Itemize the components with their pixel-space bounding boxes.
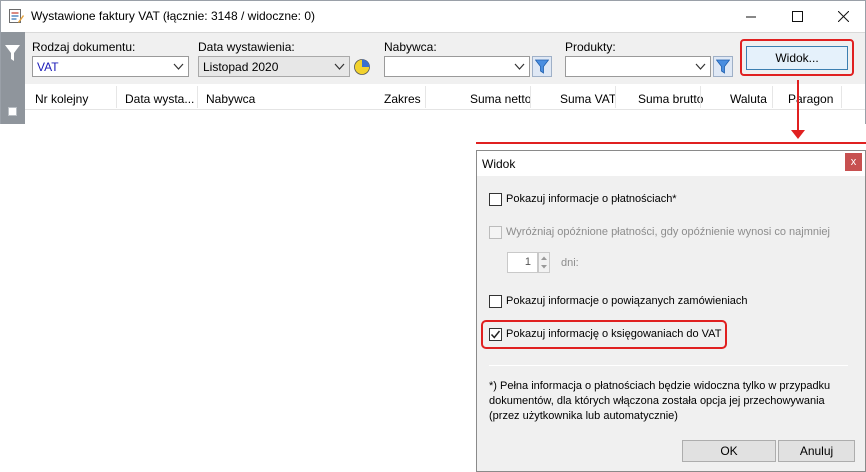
column-header[interactable]: Zakres [384,92,421,106]
doc-type-value: VAT [37,60,59,74]
column-divider[interactable] [841,86,842,108]
doc-type-select[interactable]: VAT [32,56,189,77]
cancel-button[interactable]: Anuluj [778,440,855,462]
date-range-button[interactable] [352,56,372,77]
products-label: Produkty: [565,40,616,54]
column-header[interactable]: Nabywca [206,92,255,106]
vat-option-highlight [481,320,727,349]
close-icon: x [850,156,857,168]
products-select[interactable] [565,56,711,77]
overdue-days-input[interactable]: 1 [507,252,538,273]
minimize-icon [745,16,756,17]
column-divider[interactable] [700,86,701,108]
column-header[interactable]: Suma VAT [560,92,616,106]
overdue-days-value: 1 [524,256,531,268]
issue-date-label: Data wystawienia: [198,40,295,54]
close-icon [837,10,849,22]
column-header[interactable]: Suma brutto [638,92,703,106]
issue-date-select[interactable]: Listopad 2020 [198,56,350,77]
chevron-down-icon [334,63,345,70]
buyer-filter-button[interactable] [532,56,552,77]
maximize-button[interactable] [774,0,820,32]
highlight-overdue-label: Wyróżniaj opóźnione płatności, gdy opóźn… [506,226,830,238]
table-header: Nr kolejny Data wysta... Nabywca Zakres … [25,84,865,110]
annotation-arrowhead [791,130,805,139]
issue-date-value: Listopad 2020 [203,60,279,74]
products-filter-button[interactable] [713,56,733,77]
column-header[interactable]: Paragon [788,92,833,106]
dialog-title: Widok [482,157,516,171]
ok-button[interactable]: OK [682,440,776,462]
dialog-close-button[interactable]: x [845,153,862,171]
dialog-title-bar [477,151,865,176]
show-orders-label: Pokazuj informacje o powiązanych zamówie… [506,295,748,307]
view-button-highlight [740,39,854,76]
close-button[interactable] [820,0,866,32]
column-divider[interactable] [116,86,117,108]
payments-footnote: *) Pełna informacja o płatnościach będzi… [489,380,831,422]
column-header[interactable]: Data wysta... [125,92,194,106]
doc-type-label: Rodzaj dokumentu: [32,40,136,54]
column-divider[interactable] [425,86,426,108]
select-all-checkbox[interactable] [8,107,17,116]
column-header[interactable]: Nr kolejny [35,92,88,106]
window-title: Wystawione faktury VAT (łącznie: 3148 / … [31,9,316,23]
days-unit-label: dni: [561,257,579,269]
show-payments-label: Pokazuj informacje o płatnościach* [506,193,677,205]
column-divider[interactable] [530,86,531,108]
column-divider[interactable] [615,86,616,108]
buyer-select[interactable] [384,56,530,77]
funnel-icon[interactable] [5,44,20,62]
maximize-icon [791,10,803,22]
show-orders-checkbox[interactable] [489,295,502,308]
dialog-divider [489,365,848,366]
overdue-days-stepper[interactable] [538,252,550,273]
pie-chart-icon [354,58,370,75]
minimize-button[interactable] [728,0,774,32]
invoice-grid[interactable] [25,110,865,124]
annotation-arrow-line [797,80,799,132]
chevron-down-icon [173,63,184,70]
funnel-icon [535,59,549,74]
highlight-overdue-checkbox[interactable] [489,226,502,239]
invoice-app-icon [9,9,24,23]
chevron-down-icon [514,63,525,70]
column-divider[interactable] [772,86,773,108]
spin-up-icon[interactable] [541,256,547,261]
spin-down-icon[interactable] [541,265,547,269]
column-divider[interactable] [197,86,198,108]
annotation-separator-line [476,142,866,144]
column-header[interactable]: Waluta [730,92,767,106]
buyer-label: Nabywca: [384,40,437,54]
column-header[interactable]: Suma netto [470,92,531,106]
funnel-icon [716,59,730,74]
chevron-down-icon [695,63,706,70]
show-payments-checkbox[interactable] [489,193,502,206]
